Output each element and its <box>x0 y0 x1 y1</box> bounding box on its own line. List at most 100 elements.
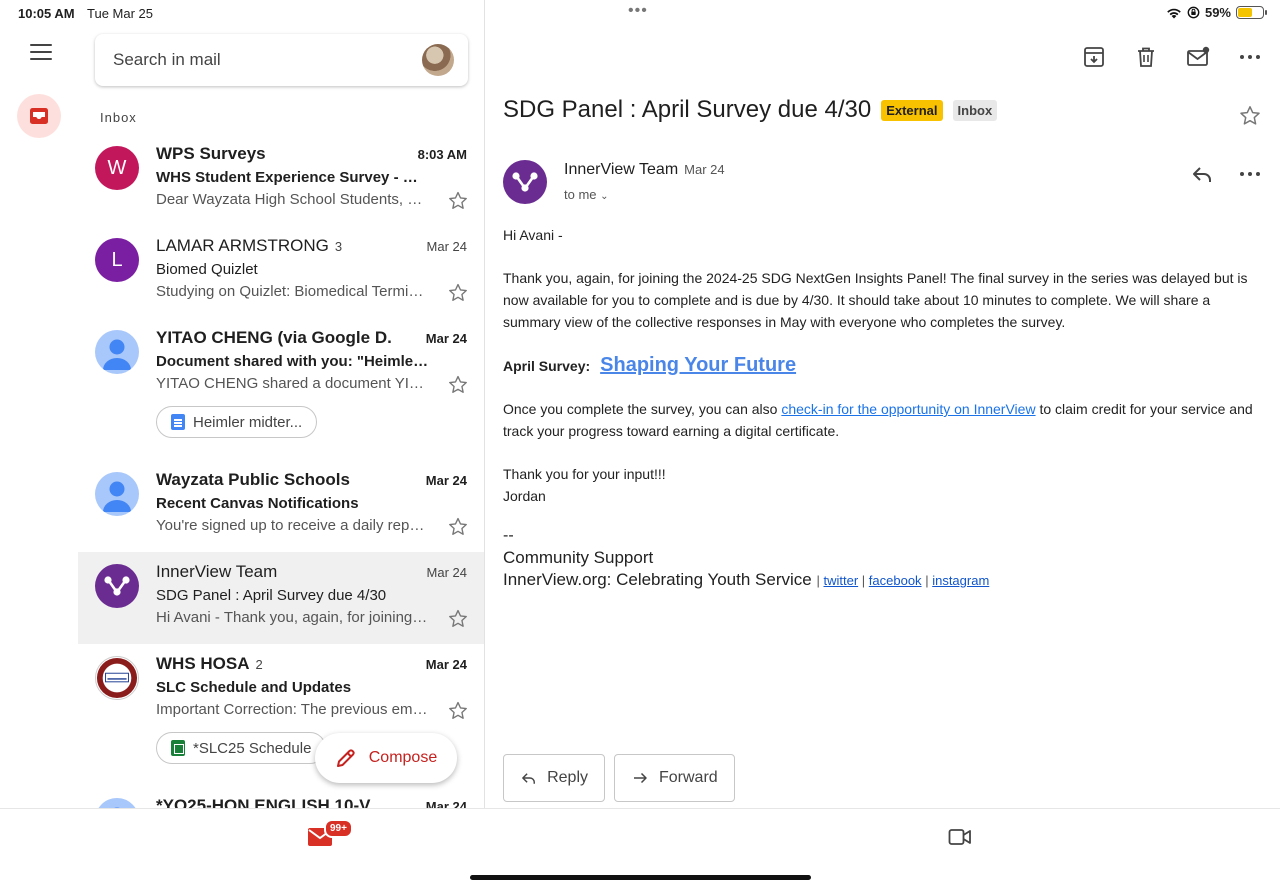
battery-icon <box>1236 6 1267 19</box>
home-indicator[interactable] <box>470 875 811 880</box>
compose-button[interactable]: Compose <box>315 733 457 783</box>
mark-unread-icon[interactable] <box>1185 44 1211 70</box>
pencil-icon <box>336 749 355 767</box>
email-thanks: Thank you for your input!!! <box>503 466 666 482</box>
mail-row[interactable]: W WPS Surveys 8:03 AM WHS Student Experi… <box>78 134 485 226</box>
status-bar: 10:05 AM Tue Mar 25 ••• 59% <box>0 0 1280 26</box>
status-right: 59% <box>1166 5 1267 20</box>
mail-snippet: You're signed up to receive a daily repo… <box>156 517 430 534</box>
email-body: Hi Avani - Thank you, again, for joining… <box>503 224 1260 592</box>
sender-avatar <box>95 330 139 374</box>
email-paragraph: Once you complete the survey, you can al… <box>503 398 1260 442</box>
thread-count: 2 <box>255 657 263 672</box>
attachment-chip[interactable]: Heimler midter... <box>156 406 318 438</box>
signature-tagline: InnerView.org: Celebrating Youth Service <box>503 570 812 589</box>
attachment-name: Heimler midter... <box>193 413 303 431</box>
reply-label: Reply <box>547 769 588 786</box>
facebook-link[interactable]: facebook <box>869 573 922 588</box>
mail-row[interactable]: YITAO CHENG (via Google D. Mar 24 Docume… <box>78 318 485 452</box>
sender-avatar[interactable] <box>503 160 547 204</box>
pane-divider <box>484 0 485 808</box>
multitasking-dots-icon[interactable]: ••• <box>628 2 648 20</box>
star-icon[interactable] <box>447 608 469 630</box>
video-camera-icon[interactable] <box>948 827 972 847</box>
sender-avatar <box>95 656 139 700</box>
email-signoff: Jordan <box>503 488 546 504</box>
star-icon[interactable] <box>447 374 469 396</box>
star-icon[interactable] <box>447 282 469 304</box>
menu-icon[interactable] <box>30 44 52 60</box>
sender-avatar <box>95 798 139 808</box>
star-icon[interactable] <box>1238 104 1262 128</box>
mail-sender: LAMAR ARMSTRONG 3 <box>156 236 342 256</box>
mail-row[interactable]: L LAMAR ARMSTRONG 3 Mar 24 Biomed Quizlet… <box>78 226 485 318</box>
mail-sender: *YO25-HON ENGLISH 10-V. <box>156 796 374 808</box>
wifi-icon <box>1167 8 1181 18</box>
person-icon <box>114 807 120 808</box>
checkin-link[interactable]: check-in for the opportunity on InnerVie… <box>781 401 1035 417</box>
mail-row-selected[interactable]: InnerView Team Mar 24 SDG Panel : April … <box>78 552 485 644</box>
trash-icon[interactable] <box>1133 44 1159 70</box>
battery-percent: 59% <box>1204 5 1231 20</box>
mail-snippet: Hi Avani - Thank you, again, for joining… <box>156 609 430 626</box>
mail-row[interactable]: *YO25-HON ENGLISH 10-V. Mar 24 <box>78 786 485 808</box>
forward-button[interactable]: Forward <box>614 754 735 802</box>
mail-sender: YITAO CHENG (via Google D. <box>156 328 392 347</box>
sender-avatar: L <box>95 238 139 282</box>
mail-row[interactable]: Wayzata Public Schools Mar 24 Recent Can… <box>78 460 485 552</box>
attachment-chip[interactable]: *SLC25 Schedule <box>156 732 327 764</box>
mail-sender-name: LAMAR ARMSTRONG <box>156 236 329 255</box>
forward-label: Forward <box>659 769 718 786</box>
more-options-icon[interactable] <box>1237 44 1263 70</box>
search-input[interactable] <box>113 50 422 70</box>
inbox-folder-button[interactable] <box>17 94 61 138</box>
star-icon[interactable] <box>447 700 469 722</box>
recipients-toggle[interactable]: to me ⌄ <box>564 187 609 202</box>
search-bar[interactable] <box>95 34 468 86</box>
link-separator: | <box>861 573 866 588</box>
account-avatar[interactable] <box>422 44 454 76</box>
mail-sender-name: WHS HOSA <box>156 654 250 673</box>
signature-line: InnerView.org: Celebrating Youth Service… <box>503 569 1260 592</box>
person-icon <box>103 481 131 512</box>
signature-org: Community Support <box>503 548 654 567</box>
instagram-link[interactable]: instagram <box>932 573 989 588</box>
google-docs-icon <box>171 414 185 430</box>
star-icon[interactable] <box>447 516 469 538</box>
external-label[interactable]: External <box>881 99 943 121</box>
message-date: Mar 24 <box>684 162 725 177</box>
mail-snippet: Dear Wayzata High School Students, pleas… <box>156 191 430 208</box>
archive-icon[interactable] <box>1081 44 1107 70</box>
reply-icon[interactable] <box>1190 162 1214 186</box>
mail-date: Mar 24 <box>426 239 467 254</box>
compose-label: Compose <box>368 749 438 766</box>
mail-sender: InnerView Team <box>156 562 278 581</box>
survey-label: April Survey: <box>503 358 591 374</box>
twitter-link[interactable]: twitter <box>823 573 858 588</box>
sender-avatar <box>95 564 139 608</box>
signature-links: | twitter | facebook | instagram <box>816 573 989 588</box>
reply-icon <box>522 773 535 784</box>
inbox-label[interactable]: Inbox <box>952 99 998 121</box>
sender-avatar: W <box>95 146 139 190</box>
sender-avatar <box>95 472 139 516</box>
mail-date: Mar 24 <box>425 331 467 346</box>
message-more-icon[interactable] <box>1238 162 1262 186</box>
mail-sender: WPS Surveys <box>156 144 266 163</box>
recipients-label: to me <box>564 187 597 202</box>
star-icon[interactable] <box>447 190 469 212</box>
survey-link[interactable]: Shaping Your Future <box>600 354 796 376</box>
link-separator: | <box>816 573 820 588</box>
status-time: 10:05 AM <box>18 6 75 21</box>
reply-button[interactable]: Reply <box>503 754 605 802</box>
survey-line: April Survey: Shaping Your Future <box>503 354 1260 377</box>
orientation-lock-icon <box>1187 6 1200 19</box>
email-greeting: Hi Avani - <box>503 227 563 243</box>
mail-snippet: YITAO CHENG shared a document YITAO CHEN… <box>156 375 430 392</box>
mail-snippet: Important Correction: The previous email… <box>156 701 430 718</box>
mail-date: Mar 24 <box>425 473 467 488</box>
link-separator: | <box>925 573 929 588</box>
inbox-icon <box>30 108 48 124</box>
mail-subject: SLC Schedule and Updates <box>156 679 352 696</box>
email-subject: SDG Panel : April Survey due 4/30 <box>503 96 872 123</box>
